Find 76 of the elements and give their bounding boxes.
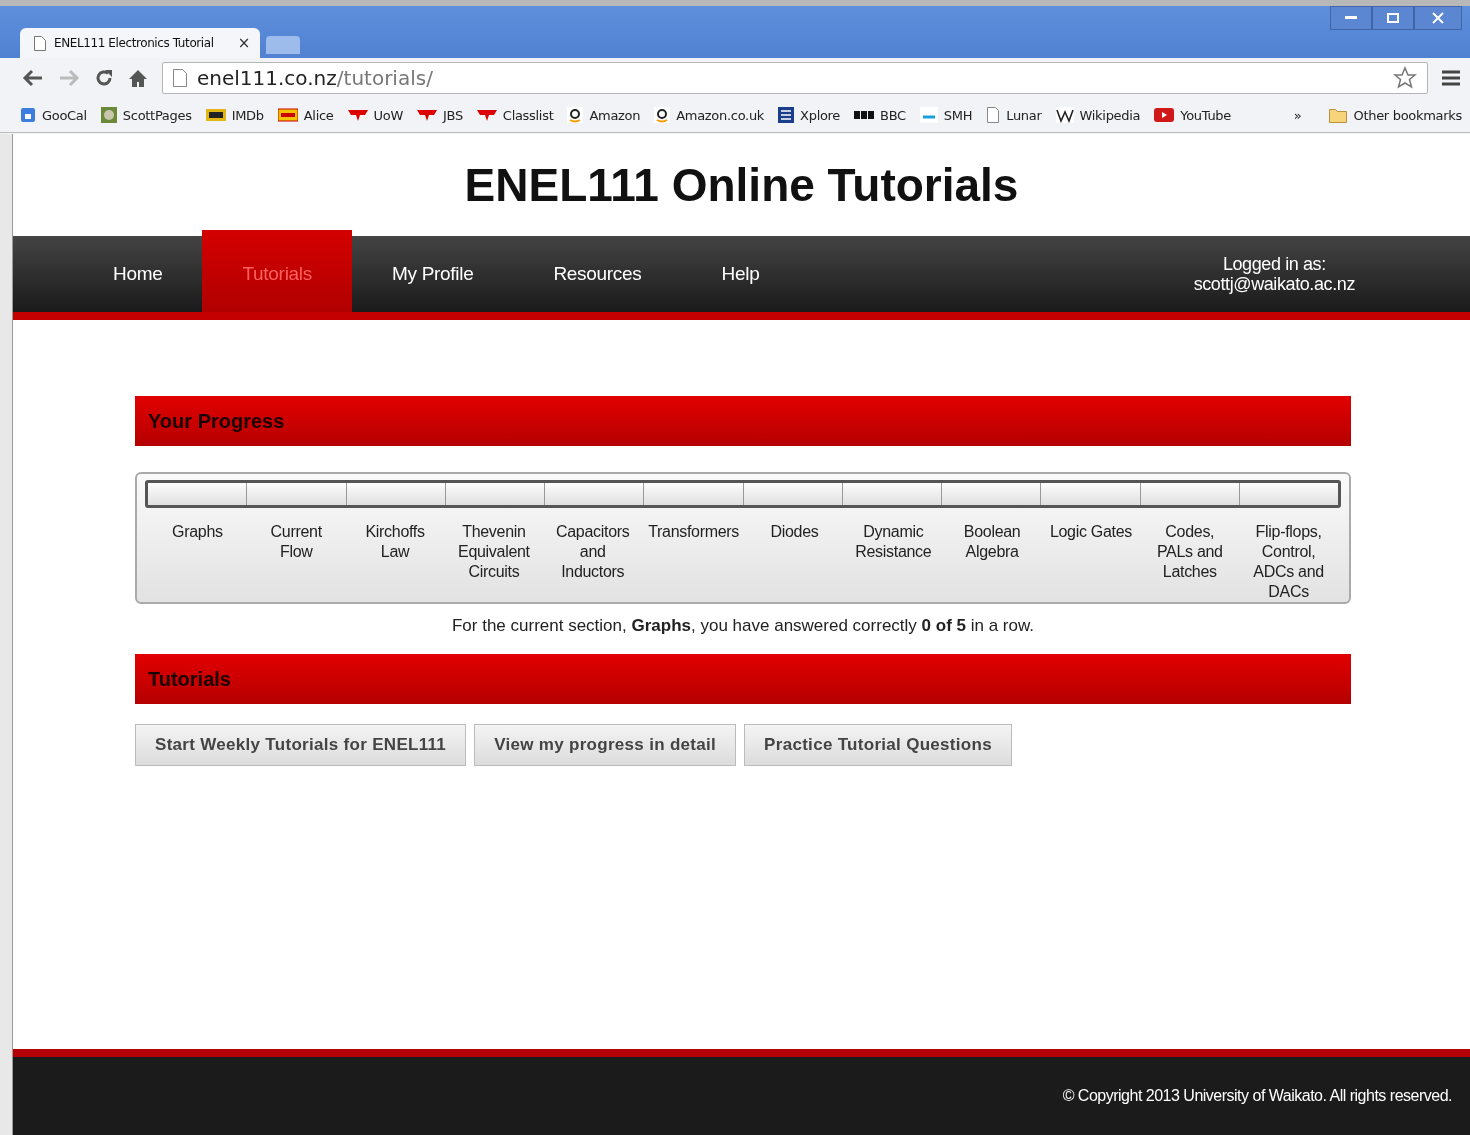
bookmark-icon xyxy=(416,108,437,122)
menu-icon[interactable] xyxy=(1442,70,1460,86)
bookmark-icon xyxy=(986,107,1001,123)
tab-title: ENEL111 Electronics Tutorial xyxy=(54,36,215,50)
bookmark[interactable]: GooCal xyxy=(20,107,87,123)
site-title: ENEL111 Online Tutorials xyxy=(463,158,1020,213)
section-label: Flip-flops, Control, ADCs and DACs xyxy=(1252,522,1325,602)
folder-icon xyxy=(1329,107,1348,123)
section-header: Tutorials xyxy=(135,654,1351,704)
bookmark-icon xyxy=(654,107,671,123)
url-text: enel111.co.nz/tutorials/ xyxy=(197,66,433,90)
close-icon xyxy=(1432,12,1444,24)
bookmark-icon xyxy=(1154,108,1175,122)
bookmark-icon xyxy=(205,108,226,122)
bookmark[interactable]: ScottPages xyxy=(100,107,192,123)
tutorial-button[interactable]: Start Weekly Tutorials for ENEL111 xyxy=(135,724,467,766)
bookmark-icon xyxy=(277,108,298,122)
minimize-icon xyxy=(1345,16,1357,20)
bookmark-icon xyxy=(100,107,117,123)
section-label: Boolean Algebra xyxy=(962,522,1022,562)
section-label: Transformers xyxy=(647,522,741,542)
nav-link[interactable]: Resources xyxy=(513,236,682,312)
bookmark-icon xyxy=(919,107,938,123)
nav-link[interactable]: Home xyxy=(73,236,203,312)
bookmark[interactable]: Xplore xyxy=(778,107,841,123)
star-icon[interactable] xyxy=(1393,66,1417,90)
copyright-footer: © Copyright 2013 University of Waikato. All rights reserved. xyxy=(13,1049,1470,1135)
maximize-button[interactable] xyxy=(1372,6,1414,30)
section-label: Graphs xyxy=(171,522,224,542)
home-icon[interactable] xyxy=(128,68,148,88)
bookmark[interactable]: Wikipedia xyxy=(1055,107,1141,123)
section-label: Dynamic Resistance xyxy=(854,522,933,562)
bookmark-icon xyxy=(20,107,36,123)
bookmark[interactable]: YouTube xyxy=(1154,107,1231,123)
bookmark-icon xyxy=(567,107,584,123)
section-label: Thevenin Equivalent Circuits xyxy=(457,522,531,582)
minimize-button[interactable] xyxy=(1330,6,1372,30)
other-bookmarks[interactable]: Other bookmarks xyxy=(1329,107,1462,123)
close-icon[interactable]: × xyxy=(237,34,250,52)
reload-icon[interactable] xyxy=(94,68,114,88)
bookmark[interactable]: Alice xyxy=(277,107,334,123)
section-label: Logic Gates xyxy=(1048,522,1133,542)
page-icon xyxy=(34,35,46,51)
progress-status: For the current section, Graphs, you have answered correctly 0 of 5 in a row. xyxy=(450,616,1036,636)
section-label: Kirchoffs Law xyxy=(364,522,426,562)
bookmark[interactable]: BBC xyxy=(854,107,906,123)
bookmark[interactable]: Lunar xyxy=(986,107,1042,123)
bookmark[interactable]: JBS xyxy=(416,107,463,123)
section-label: Current Flow xyxy=(269,522,323,562)
close-button[interactable] xyxy=(1414,6,1462,30)
bookmark-icon xyxy=(476,108,497,122)
bookmark-icon xyxy=(347,108,368,122)
nav-link[interactable]: My Profile xyxy=(351,236,514,312)
section-header: Your Progress xyxy=(135,396,1351,446)
bookmark[interactable]: UoW xyxy=(347,107,403,123)
nav-link[interactable]: Help xyxy=(681,236,800,312)
tutorial-button[interactable]: View my progress in detail xyxy=(474,724,737,766)
section-label: Capacitors and Inductors xyxy=(555,522,631,582)
section-label: Diodes xyxy=(769,522,820,542)
bookmark[interactable]: Amazon.co.uk xyxy=(654,107,765,123)
bookmark-icon xyxy=(1055,107,1074,123)
page-icon xyxy=(173,69,187,87)
address-bar[interactable]: enel111.co.nz/tutorials/ xyxy=(162,62,1428,94)
bookmark-icon xyxy=(778,107,795,123)
tutorial-button[interactable]: Practice Tutorial Questions xyxy=(744,724,1012,766)
bookmark[interactable]: SMH xyxy=(919,107,973,123)
section-label: Codes, PALs and Latches xyxy=(1155,522,1224,582)
bookmarks-overflow[interactable]: » xyxy=(1293,107,1302,123)
bookmark[interactable]: Amazon xyxy=(567,107,641,123)
bookmark[interactable]: IMDb xyxy=(205,107,264,123)
maximize-icon xyxy=(1387,13,1399,23)
bookmark-icon xyxy=(854,109,875,121)
browser-tab[interactable]: ENEL111 Electronics Tutorial × xyxy=(20,28,260,58)
bookmark[interactable]: Classlist xyxy=(476,107,554,123)
login-status: Logged in as: scottj@waikato.ac.nz xyxy=(1193,254,1355,294)
back-icon[interactable] xyxy=(22,69,44,87)
